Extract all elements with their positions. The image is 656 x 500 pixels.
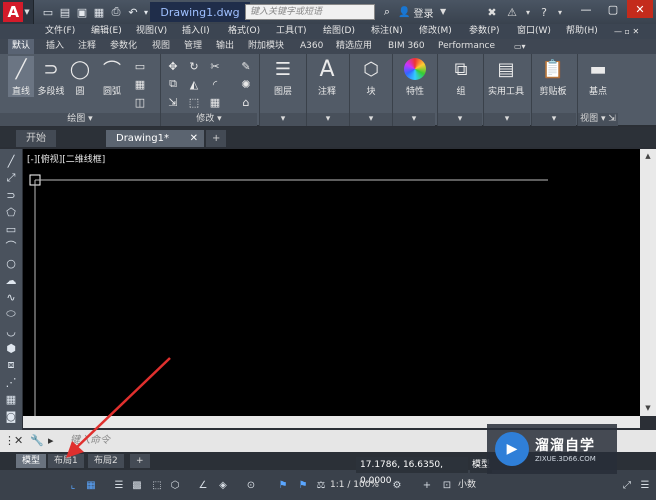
play-logo-icon: ▶ xyxy=(495,432,529,466)
watermark-text: 溜溜自学 ZIXUE.3D66.COM xyxy=(535,435,596,463)
watermark: ▶ 溜溜自学 ZIXUE.3D66.COM xyxy=(487,424,617,474)
watermark-name: 溜溜自学 xyxy=(535,438,595,454)
watermark-url: ZIXUE.3D66.COM xyxy=(535,455,596,463)
arrow-shaft xyxy=(75,357,171,449)
